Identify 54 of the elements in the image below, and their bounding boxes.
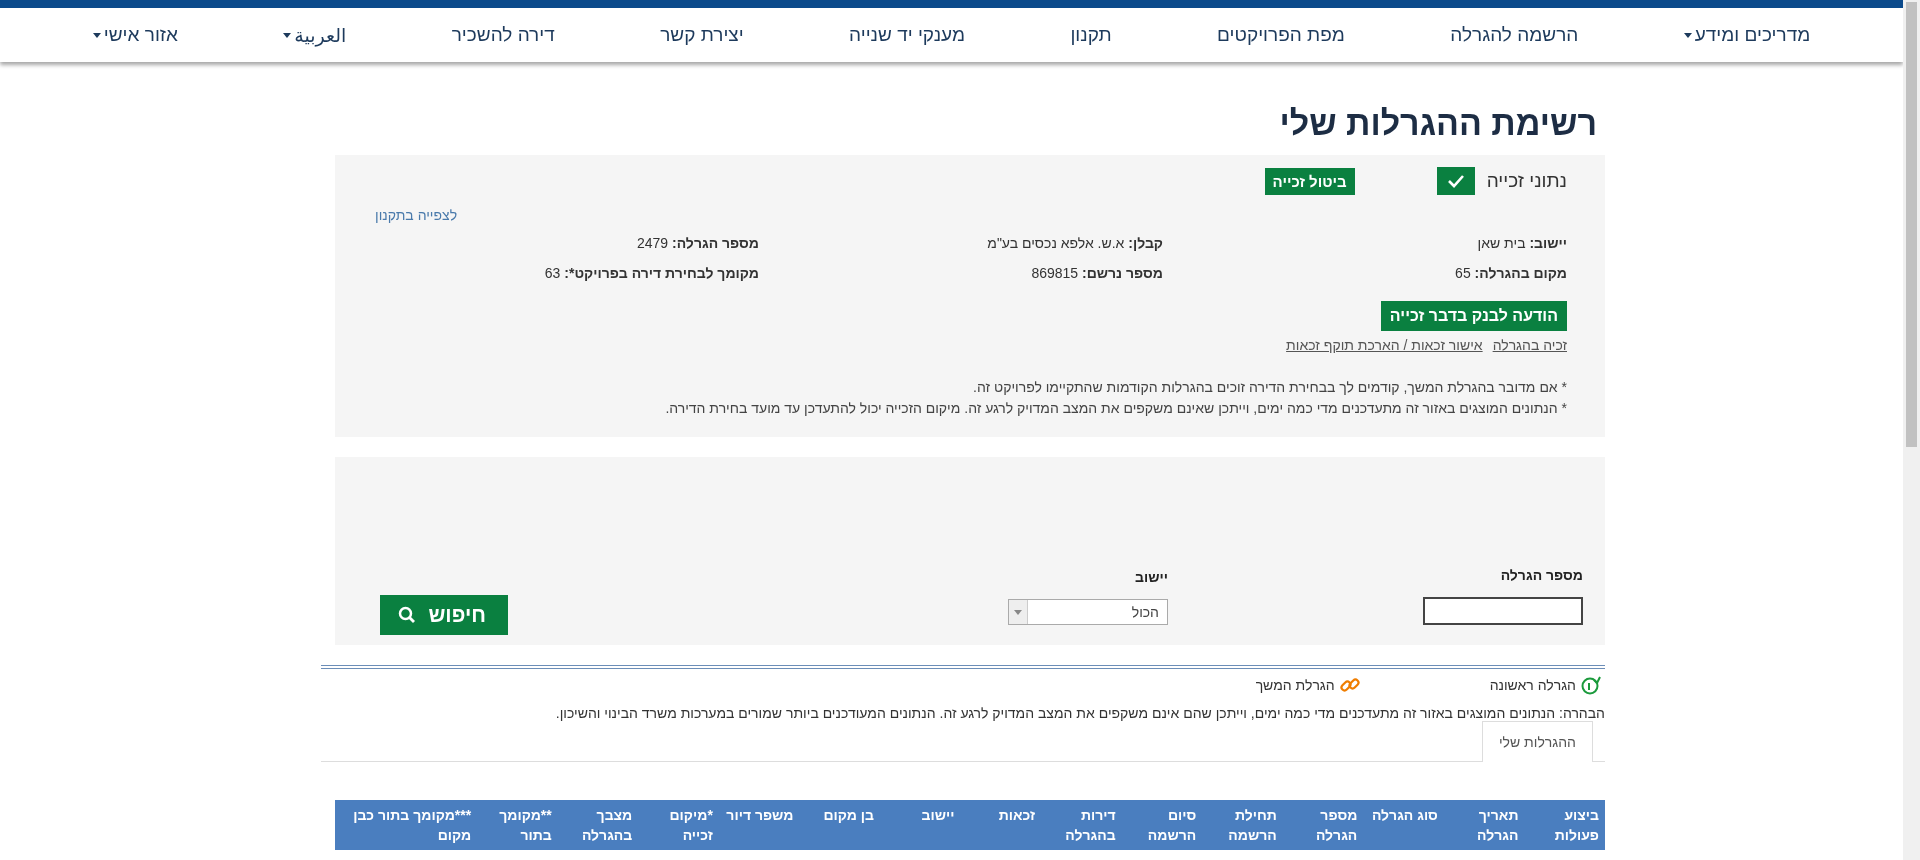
column-header: דירות בהגרלה <box>1064 806 1116 845</box>
city-select[interactable]: הכול <box>1008 599 1168 625</box>
nav-link[interactable]: יצירת קשר <box>660 24 744 46</box>
column-header: יישוב <box>920 806 955 825</box>
caret-icon <box>283 32 292 38</box>
link-icon <box>1339 675 1360 695</box>
nav-link[interactable]: العربية <box>283 23 347 47</box>
column-header: משפר דיור <box>725 806 794 825</box>
scrollbar[interactable] <box>1903 0 1920 860</box>
search-button[interactable]: חיפוש <box>380 595 508 635</box>
caret-icon <box>1014 609 1022 615</box>
search-icon <box>398 606 417 624</box>
column-header: מספר הגרלה <box>1314 806 1358 845</box>
column-header: *מיקום זכייה <box>668 806 713 845</box>
column-header: מצבך בהגרלה <box>580 806 633 845</box>
tab[interactable]: ההגרלות שלי <box>1481 721 1593 762</box>
column-header: ***מקומך בתור כבן מקום <box>352 806 472 845</box>
caret-icon <box>1683 32 1692 38</box>
field-label: יישוב <box>1135 569 1168 585</box>
column-header: ביצוע פעולות <box>1553 806 1599 845</box>
note-text: * הנתונים המוצגים באזור זה מתעדכנים מדי כמה ימים, וייתכן שאינם משקפים את המצב המדויק לרגע זה. מיקום הזכייה יכול להתעדכן עד מועד בחירת הדירה. <box>664 400 1567 416</box>
rules-link[interactable]: לצפייה בתקנון <box>375 207 458 223</box>
column-header: **מקומך בתור <box>498 806 552 845</box>
column-header: תאריך הגרלה <box>1476 806 1519 845</box>
nav-link[interactable]: הרשמה להגרלה <box>1450 24 1579 46</box>
nav-link[interactable]: מדריכים ומידע <box>1683 24 1811 46</box>
legend-label: הגרלה ראשונה <box>1489 677 1576 693</box>
column-header: זכאות <box>997 806 1036 825</box>
field-label: מספר הגרלה <box>1500 567 1583 583</box>
column-header: בן מקום <box>822 806 874 825</box>
column-header: סוג הגרלה <box>1370 806 1438 825</box>
nav-link[interactable]: אזור אישי <box>92 24 178 46</box>
legend-label: הגרלת המשך <box>1255 677 1335 693</box>
bank-notice-button[interactable]: הודעה לבנק בדבר זכייה <box>1380 301 1567 331</box>
column-header: תחילת הרשמה <box>1227 806 1277 845</box>
document-link[interactable]: זכיה בהגרלה <box>1492 337 1567 353</box>
document-link[interactable]: אישור זכאות / הארכת תוקף זכאות <box>1286 337 1483 353</box>
nav-link[interactable]: דירה להשכיר <box>451 24 555 46</box>
column-header: סיום הרשמה <box>1146 806 1197 845</box>
nav-link[interactable]: מענקי יד שנייה <box>849 24 965 46</box>
nav-link[interactable]: תקנון <box>1070 24 1112 46</box>
caret-icon <box>92 32 101 38</box>
check-circle-icon <box>1581 675 1601 695</box>
checkmark-icon <box>1446 174 1465 188</box>
field-text: קבלן: א.ש. אלפא נכסים בע"מ <box>987 235 1163 251</box>
section-label: נתוני זכייה <box>1486 170 1567 192</box>
cancel-win-button[interactable]: ביטול זכייה <box>1264 167 1355 195</box>
page-title: רשימת ההגרלות שלי <box>1278 104 1597 143</box>
lottery-number-field[interactable] <box>1423 597 1583 625</box>
field-text: יישוב: בית שאן <box>1477 235 1567 251</box>
checkbox[interactable] <box>1436 167 1475 195</box>
note-text: * אם מדובר בהגרלת המשך, קודמים לך בבחירת הדירה זוכים בהגרלות הקודמות שהתקיימו לפרויקט זה. <box>972 379 1567 395</box>
disclaimer-text: הבהרה: הנתונים המוצגים באזור זה מתעדכנים מדי כמה ימים, וייתכן שהם אינם משקפים את המצב המדויק לרגע זה. הנתונים המעודכנים ביותר שמורים במערכות משרד הבינוי והשיכון. <box>554 705 1605 721</box>
nav-link[interactable]: מפת הפרויקטים <box>1217 24 1345 46</box>
